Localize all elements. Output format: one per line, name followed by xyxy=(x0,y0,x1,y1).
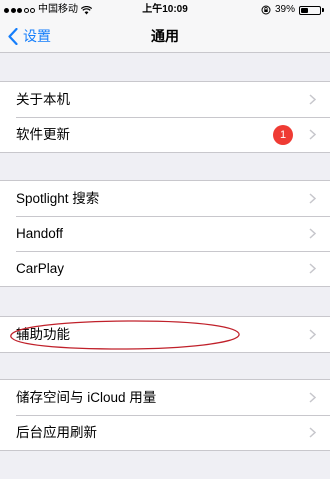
status-right: 39% xyxy=(261,0,324,20)
chevron-right-icon xyxy=(309,193,316,204)
settings-row-software-update[interactable]: 软件更新 1 xyxy=(0,117,330,152)
settings-group-features: Spotlight 搜索 Handoff CarPlay xyxy=(0,180,330,287)
orientation-lock-icon xyxy=(261,5,271,15)
settings-row-handoff[interactable]: Handoff xyxy=(0,216,330,251)
navigation-bar: 设置 通用 xyxy=(0,20,330,53)
page-title: 通用 xyxy=(151,28,179,44)
battery-tip xyxy=(322,8,324,12)
row-label: 关于本机 xyxy=(16,92,70,107)
status-bar: 中国移动 上午10:09 39% xyxy=(0,0,330,20)
battery-icon xyxy=(299,5,321,15)
chevron-right-icon xyxy=(309,263,316,274)
chevron-right-icon xyxy=(309,94,316,105)
chevron-right-icon xyxy=(309,392,316,403)
settings-row-storage-icloud[interactable]: 储存空间与 iCloud 用量 xyxy=(0,380,330,415)
row-label: Handoff xyxy=(16,226,64,241)
settings-row-carplay[interactable]: CarPlay xyxy=(0,251,330,286)
chevron-right-icon xyxy=(309,129,316,140)
chevron-right-icon xyxy=(309,329,316,340)
row-label: 软件更新 xyxy=(16,127,70,142)
settings-row-spotlight[interactable]: Spotlight 搜索 xyxy=(0,181,330,216)
row-label: 后台应用刷新 xyxy=(16,425,97,440)
settings-group-accessibility: 辅助功能 xyxy=(0,316,330,353)
settings-row-background-refresh[interactable]: 后台应用刷新 xyxy=(0,415,330,450)
row-label: 辅助功能 xyxy=(16,327,70,342)
notification-badge: 1 xyxy=(273,125,293,145)
settings-row-about[interactable]: 关于本机 xyxy=(0,82,330,117)
row-label: Spotlight 搜索 xyxy=(16,191,100,206)
chevron-right-icon xyxy=(309,228,316,239)
settings-group-storage: 储存空间与 iCloud 用量 后台应用刷新 xyxy=(0,379,330,451)
row-label: 储存空间与 iCloud 用量 xyxy=(16,390,157,405)
settings-group-about: 关于本机 软件更新 1 xyxy=(0,81,330,153)
settings-row-accessibility[interactable]: 辅助功能 xyxy=(0,317,330,352)
battery-percentage: 39% xyxy=(274,4,295,15)
chevron-right-icon xyxy=(309,427,316,438)
row-label: CarPlay xyxy=(16,261,65,276)
